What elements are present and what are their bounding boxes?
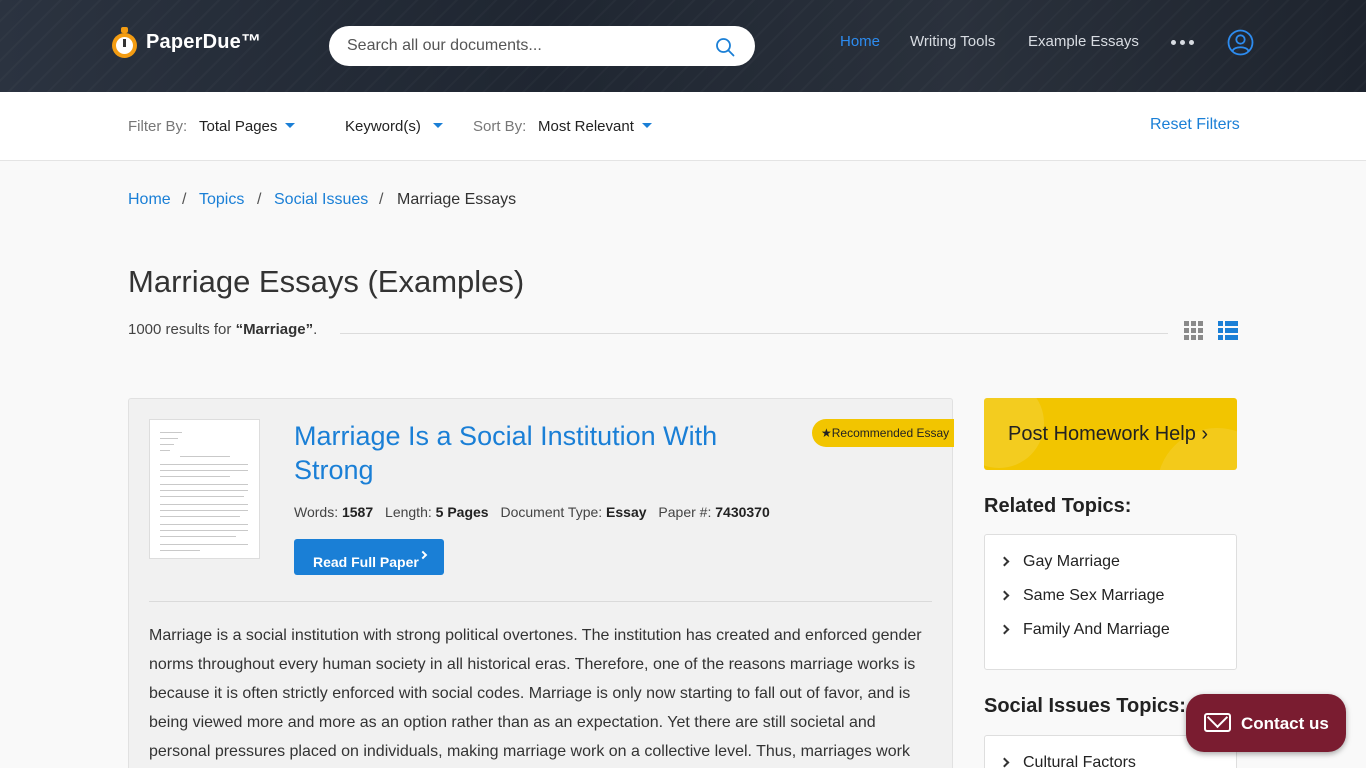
reset-filters-link[interactable]: Reset Filters bbox=[1150, 116, 1240, 134]
user-account-icon[interactable] bbox=[1227, 29, 1254, 56]
words-label: Words: bbox=[294, 504, 339, 520]
length-label: Length: bbox=[385, 504, 432, 520]
card-divider bbox=[149, 601, 932, 602]
keywords-filter[interactable]: Keyword(s) bbox=[345, 118, 421, 135]
results-count: 1000 results for “Marriage”. bbox=[128, 321, 317, 338]
more-menu-icon[interactable] bbox=[1171, 40, 1194, 45]
post-homework-help-label: Post Homework Help › bbox=[1008, 423, 1209, 445]
grid-view-icon[interactable] bbox=[1184, 321, 1203, 340]
nav-example-essays[interactable]: Example Essays bbox=[1028, 33, 1139, 50]
results-query: “Marriage” bbox=[235, 321, 314, 338]
related-topic-item[interactable]: Gay Marriage bbox=[1023, 553, 1120, 571]
doctype-label: Document Type: bbox=[500, 504, 603, 520]
breadcrumb-separator: / bbox=[182, 191, 187, 208]
chevron-right-icon bbox=[999, 556, 1010, 567]
related-topics-heading: Related Topics: bbox=[984, 495, 1132, 517]
list-view-icon[interactable] bbox=[1218, 321, 1238, 340]
recommended-badge: ★Recommended Essay bbox=[812, 419, 954, 447]
page-title: Marriage Essays (Examples) bbox=[128, 264, 525, 299]
length-value: 5 Pages bbox=[435, 504, 489, 520]
search-bar bbox=[329, 26, 755, 66]
top-header: PaperDue™ Home Writing Tools Example Ess… bbox=[0, 0, 1366, 92]
chevron-right-icon bbox=[418, 550, 428, 560]
total-pages-caret-icon[interactable] bbox=[285, 123, 295, 128]
results-suffix: . bbox=[313, 321, 318, 338]
words-value: 1587 bbox=[341, 504, 374, 520]
breadcrumb-social-issues[interactable]: Social Issues bbox=[274, 191, 368, 209]
envelope-icon bbox=[1204, 713, 1231, 732]
read-full-paper-label: Read Full Paper bbox=[313, 554, 419, 570]
essay-title-link[interactable]: Marriage Is a Social Institution With St… bbox=[294, 419, 764, 487]
filter-bar: Filter By: Total Pages Keyword(s) Sort B… bbox=[0, 92, 1366, 161]
keywords-caret-icon[interactable] bbox=[433, 123, 443, 128]
read-full-paper-button[interactable]: Read Full Paper bbox=[294, 539, 444, 575]
breadcrumb-separator: / bbox=[379, 191, 384, 208]
paper-number-label: Paper #: bbox=[658, 504, 712, 520]
related-topics-list: Gay Marriage Same Sex Marriage Family An… bbox=[984, 534, 1237, 670]
breadcrumb-separator: / bbox=[257, 191, 262, 208]
search-icon[interactable] bbox=[715, 37, 735, 57]
related-topic-item[interactable]: Family And Marriage bbox=[1023, 621, 1170, 639]
results-count-text: 1000 results for bbox=[128, 321, 232, 338]
related-topic-item[interactable]: Same Sex Marriage bbox=[1023, 587, 1164, 605]
brand-name: PaperDue™ bbox=[146, 30, 262, 53]
social-topic-item[interactable]: Cultural Factors bbox=[1023, 754, 1136, 768]
contact-us-button[interactable]: Contact us bbox=[1186, 694, 1346, 752]
results-divider bbox=[340, 333, 1168, 334]
social-issues-topics-heading: Social Issues Topics: bbox=[984, 695, 1186, 717]
nav-writing-tools[interactable]: Writing Tools bbox=[910, 33, 995, 50]
chevron-right-icon bbox=[999, 624, 1010, 635]
breadcrumb-current: Marriage Essays bbox=[397, 191, 517, 208]
chevron-right-icon bbox=[999, 757, 1010, 768]
total-pages-filter[interactable]: Total Pages bbox=[199, 118, 277, 135]
sort-caret-icon[interactable] bbox=[642, 123, 652, 128]
contact-us-label: Contact us bbox=[1241, 714, 1329, 733]
doctype-value: Essay bbox=[606, 504, 647, 520]
post-homework-help-button[interactable]: Post Homework Help › bbox=[984, 398, 1237, 470]
stopwatch-logo-icon bbox=[112, 27, 138, 58]
breadcrumb-home[interactable]: Home bbox=[128, 191, 171, 209]
nav-home[interactable]: Home bbox=[840, 33, 880, 50]
sort-by-label: Sort By: bbox=[473, 118, 527, 135]
essay-meta: Words: 1587 Length: 5 Pages Document Typ… bbox=[294, 504, 770, 520]
breadcrumb-topics[interactable]: Topics bbox=[199, 191, 244, 209]
essay-excerpt: Marriage is a social institution with st… bbox=[149, 627, 922, 760]
filter-by-label: Filter By: bbox=[128, 118, 188, 135]
essay-thumbnail[interactable] bbox=[149, 419, 260, 559]
chevron-right-icon bbox=[999, 590, 1010, 601]
sort-select[interactable]: Most Relevant bbox=[538, 118, 634, 135]
paperdue-logo[interactable]: PaperDue™ bbox=[112, 27, 262, 58]
search-input[interactable] bbox=[347, 35, 707, 57]
paper-number-value: 7430370 bbox=[715, 504, 770, 520]
essay-card: Marriage Is a Social Institution With St… bbox=[128, 398, 954, 768]
